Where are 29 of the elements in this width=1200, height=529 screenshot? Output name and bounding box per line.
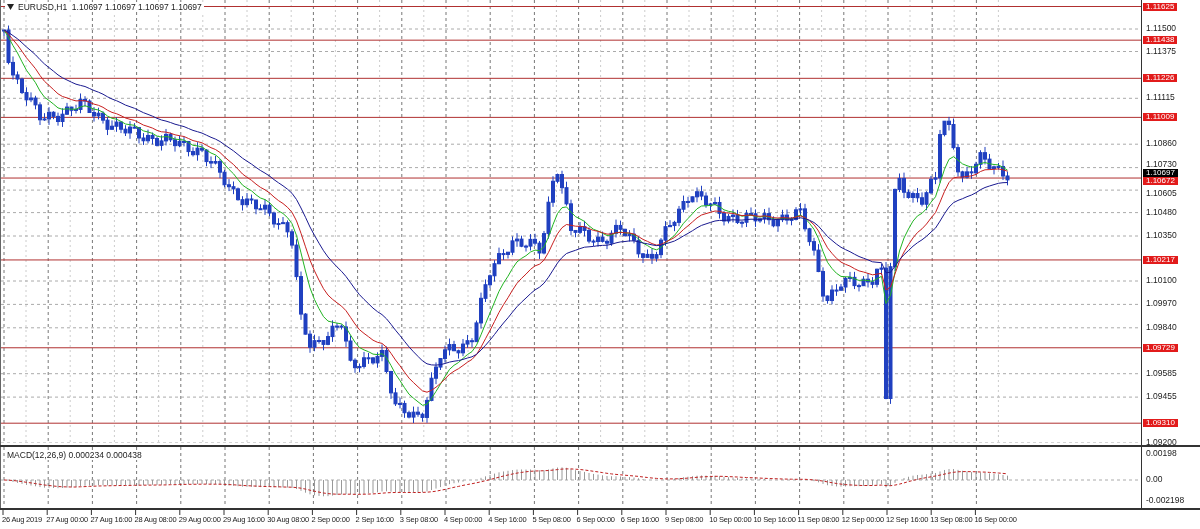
price-level-label: 1.09310 [1143,419,1178,428]
price-axis-label: 1.09585 [1146,367,1177,378]
price-axis-label: 1.11500 [1146,23,1177,33]
price-level-label: 1.11009 [1143,113,1178,122]
current-price-label: 1.10697 [1143,168,1178,177]
price-axis-label: 1.10860 [1146,138,1177,149]
macd-axis-label: 0.00198 [1146,448,1177,458]
price-axis-label: 1.09970 [1146,298,1177,309]
price-axis-label: 1.10480 [1146,206,1177,217]
price-level-label: 1.10217 [1143,255,1178,264]
price-axis-label: 1.11115 [1146,92,1175,103]
dropdown-triangle-icon[interactable] [7,4,14,10]
price-axis-label: 1.09200 [1146,437,1177,447]
price-axis-label: 1.09455 [1146,391,1177,402]
price-axis-label: 1.11375 [1146,45,1177,56]
price-level-label: 1.10672 [1143,177,1178,186]
price-level-label: 1.11438 [1143,36,1178,45]
price-level-label: 1.11625 [1143,2,1178,11]
price-axis-label: 1.09840 [1146,321,1177,332]
price-axis-label: 1.10350 [1146,230,1177,240]
price-level-label: 1.09729 [1143,343,1178,352]
price-axis-label: 1.10605 [1146,188,1177,199]
price-axis-label: 1.10100 [1146,275,1177,285]
macd-axis-label: 0.00 [1146,474,1163,484]
macd-title: MACD(12,26,9) 0.000234 0.000438 [7,450,142,460]
price-axis-label: 1.10730 [1146,158,1177,169]
chart-title: EURUSD,H1 1.10697 1.10697 1.10697 1.10697 [18,2,202,12]
price-level-label: 1.11226 [1143,74,1178,83]
macd-axis-label: -0.002198 [1146,495,1185,505]
